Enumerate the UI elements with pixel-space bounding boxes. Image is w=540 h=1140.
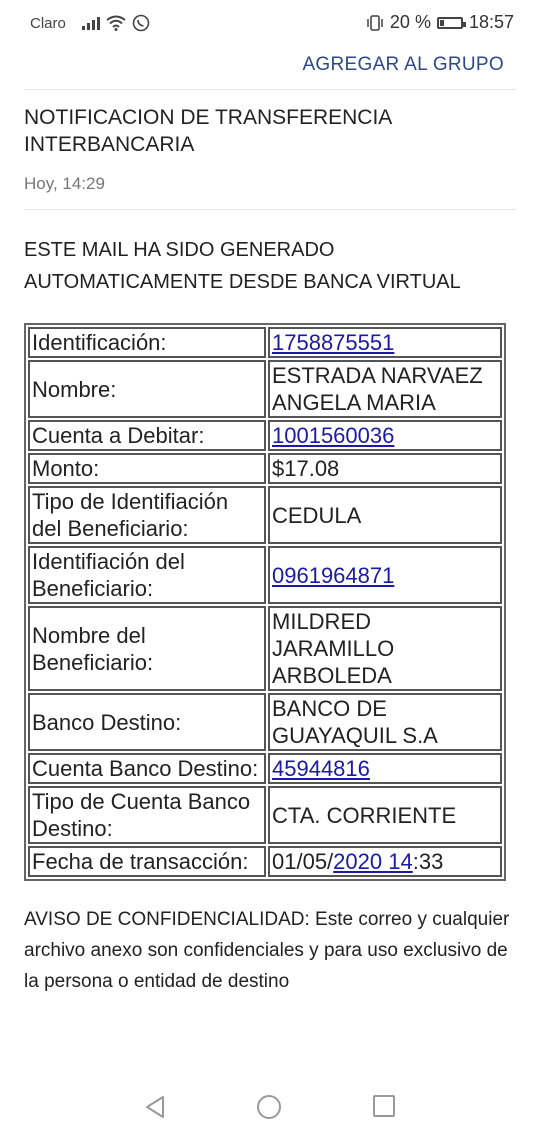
battery-percent: 20 % [389, 12, 431, 32]
transfer-details-table: Identificación: 1758875551 Nombre: ESTRA… [24, 323, 506, 881]
vibrate-icon [367, 14, 383, 31]
wifi-icon [106, 15, 126, 31]
field-label: Cuenta Banco Destino: [28, 753, 266, 784]
divider [24, 209, 516, 210]
field-label: Identificación: [28, 327, 266, 358]
cuenta-debitar-link[interactable]: 1001560036 [272, 423, 394, 448]
field-value: 0961964871 [268, 546, 502, 604]
email-intro: ESTE MAIL HA SIDO GENERADO AUTOMATICAMEN… [24, 234, 504, 298]
email-subject: NOTIFICACION DE TRANSFERENCIA INTERBANCA… [24, 106, 392, 156]
intro-line: AUTOMATICAMENTE DESDE BANCA VIRTUAL [24, 271, 461, 293]
id-beneficiario-link[interactable]: 0961964871 [272, 563, 394, 588]
fecha-year-link[interactable]: 2020 [333, 849, 382, 874]
fecha-part: 01/05/ [272, 849, 334, 874]
field-label: Nombre del Beneficiario: [28, 606, 266, 691]
field-value: 1001560036 [268, 420, 502, 451]
field-value: BANCO DE GUAYAQUIL S.A [268, 693, 502, 751]
field-value: 1758875551 [268, 327, 502, 358]
clock: 18:57 [468, 12, 514, 32]
table-row: Cuenta Banco Destino: 45944816 [28, 753, 502, 784]
signal-icon [81, 16, 100, 30]
table-row: Nombre: ESTRADA NARVAEZ ANGELA MARIA [28, 360, 502, 418]
table-row: Cuenta a Debitar: 1001560036 [28, 420, 502, 451]
status-right: 20 % 18:57 [366, 12, 514, 33]
cuenta-banco-destino-link[interactable]: 45944816 [272, 756, 370, 781]
field-value: ESTRADA NARVAEZ ANGELA MARIA [268, 360, 502, 418]
action-bar: AGREGAR AL GRUPO [0, 46, 540, 88]
field-label: Fecha de transacción: [28, 846, 266, 877]
add-to-group-button[interactable]: AGREGAR AL GRUPO [302, 54, 504, 76]
table-row: Banco Destino: BANCO DE GUAYAQUIL S.A [28, 693, 502, 751]
field-value: 45944816 [268, 753, 502, 784]
field-value: CEDULA [268, 486, 502, 544]
table-row: Monto: $17.08 [28, 453, 502, 484]
identificacion-link[interactable]: 1758875551 [272, 330, 394, 355]
confidentiality-notice: AVISO DE CONFIDENCIALIDAD: Este correo y… [24, 909, 510, 992]
field-label: Cuenta a Debitar: [28, 420, 266, 451]
table-row: Fecha de transacción: 01/05/2020 14:33 [28, 846, 502, 877]
fecha-hour-link[interactable]: 14 [388, 849, 412, 874]
field-value: 01/05/2020 14:33 [268, 846, 502, 877]
recents-icon[interactable] [372, 1094, 396, 1118]
table-row: Nombre del Beneficiario: MILDRED JARAMIL… [28, 606, 502, 691]
field-label: Tipo de Cuenta Banco Destino: [28, 786, 266, 844]
battery-icon [436, 16, 466, 29]
field-value: MILDRED JARAMILLO ARBOLEDA [268, 606, 502, 691]
battery-fill [439, 19, 444, 26]
navigation-bar [0, 1080, 540, 1140]
divider [24, 89, 516, 90]
table-row: Tipo de Identifiación del Beneficiario: … [28, 486, 502, 544]
home-icon[interactable] [256, 1094, 282, 1120]
field-label: Nombre: [28, 360, 266, 418]
field-label: Tipo de Identifiación del Beneficiario: [28, 486, 266, 544]
table-row: Tipo de Cuenta Banco Destino: CTA. CORRI… [28, 786, 502, 844]
whatsapp-icon [132, 14, 150, 32]
field-label: Monto: [28, 453, 266, 484]
field-label: Banco Destino: [28, 693, 266, 751]
back-icon[interactable] [143, 1094, 167, 1120]
carrier-label: Claro [30, 14, 66, 32]
status-bar: Claro 20 % 18:57 [0, 0, 540, 46]
fecha-part: :33 [412, 849, 444, 874]
intro-line: ESTE MAIL HA SIDO GENERADO [24, 239, 335, 261]
table-row: Identifiación del Beneficiario: 09619648… [28, 546, 502, 604]
field-value: $17.08 [268, 453, 502, 484]
table-row: Identificación: 1758875551 [28, 327, 502, 358]
field-label: Identifiación del Beneficiario: [28, 546, 266, 604]
email-date: Hoy, 14:29 [24, 174, 105, 193]
status-left: Claro [30, 14, 150, 32]
field-value: CTA. CORRIENTE [268, 786, 502, 844]
